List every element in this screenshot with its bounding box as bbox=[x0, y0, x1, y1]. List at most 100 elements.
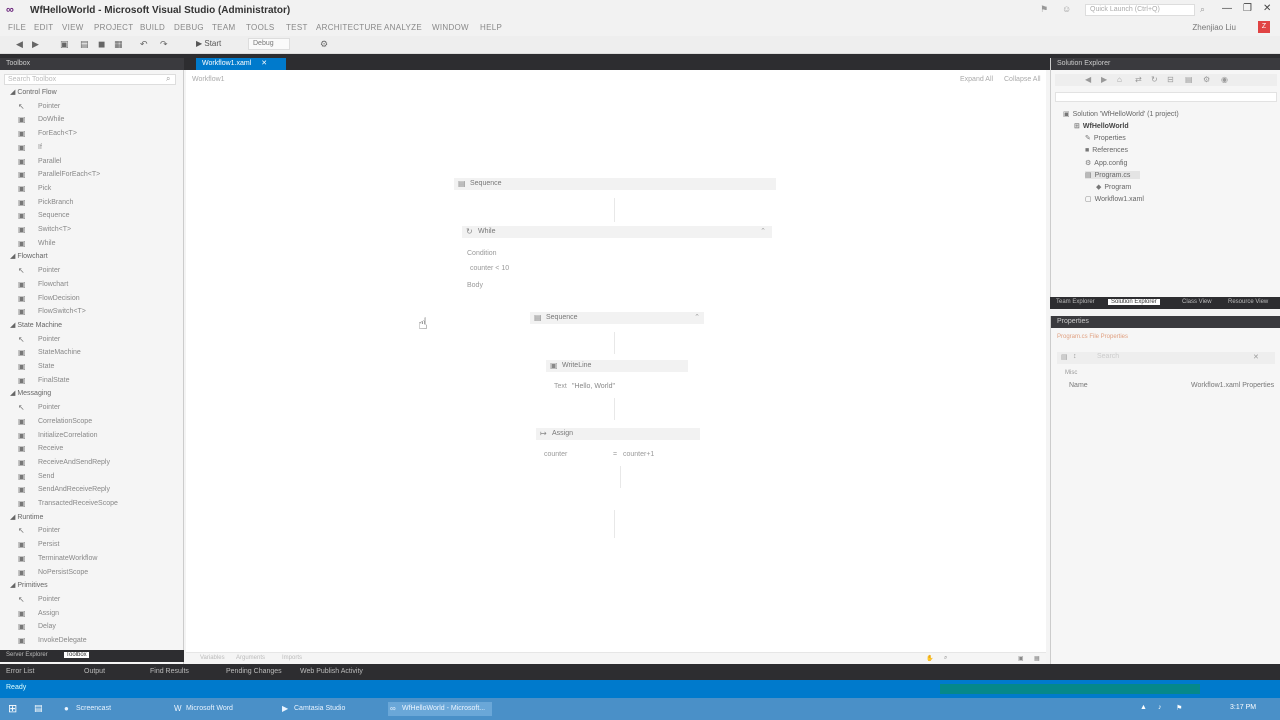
solution-tree-item[interactable]: ✎ Properties bbox=[1085, 134, 1126, 142]
solution-tree-item[interactable]: ▣ Solution 'WfHelloWorld' (1 project) bbox=[1063, 110, 1179, 118]
attach-icon[interactable]: ⚙ bbox=[320, 39, 328, 50]
tab-team-explorer[interactable]: Team Explorer bbox=[1056, 299, 1095, 305]
menu-tools[interactable]: TOOLS bbox=[246, 23, 274, 32]
collapse-all-icon[interactable]: ⊟ bbox=[1167, 75, 1174, 84]
tab-error-list[interactable]: Error List bbox=[6, 668, 34, 675]
toolbox-title[interactable]: Toolbox bbox=[0, 58, 184, 70]
properties-object-selector[interactable]: Program.cs File Properties bbox=[1057, 334, 1275, 344]
zoom-icon[interactable]: ⌕ bbox=[944, 655, 947, 662]
taskbar-item-screencast[interactable]: ● Screencast bbox=[62, 702, 162, 716]
while-activity[interactable]: ↻ While ⌃ bbox=[462, 226, 772, 238]
writeline-activity[interactable]: ▣ WriteLine bbox=[546, 360, 688, 372]
minimize-button[interactable]: — bbox=[1222, 3, 1232, 14]
menu-analyze[interactable]: ANALYZE bbox=[384, 23, 422, 32]
arguments-tab[interactable]: Arguments bbox=[236, 655, 265, 661]
inner-sequence-activity[interactable]: ▤ Sequence ⌃ bbox=[530, 312, 704, 324]
overview-icon[interactable]: ▦ bbox=[1034, 655, 1040, 662]
menu-build[interactable]: BUILD bbox=[140, 23, 165, 32]
toolbox-category[interactable]: ◢ Primitives bbox=[10, 581, 48, 589]
toolbox-search-input[interactable]: Search Toolbox bbox=[4, 74, 176, 85]
solution-tree-item[interactable]: ◆ Program bbox=[1096, 183, 1131, 191]
pan-icon[interactable]: ✋ bbox=[926, 655, 933, 662]
collapse-icon[interactable]: ⌃ bbox=[760, 227, 766, 235]
start-debugging-button[interactable]: ▶ Start bbox=[196, 39, 221, 48]
tab-resource-view[interactable]: Resource View bbox=[1228, 299, 1268, 305]
fit-screen-icon[interactable]: ▣ bbox=[1018, 655, 1024, 662]
taskbar-item-visual-studio[interactable]: ∞ WfHelloWorld - Microsoft... bbox=[388, 702, 492, 716]
back-icon[interactable]: ◀ bbox=[1085, 75, 1091, 84]
sync-icon[interactable]: ⇄ bbox=[1135, 75, 1142, 84]
taskbar-item-word[interactable]: W Microsoft Word bbox=[172, 702, 272, 716]
taskbar-item-camtasia[interactable]: ▶ Camtasia Studio bbox=[280, 702, 380, 716]
toolbox-category[interactable]: ◢ Flowchart bbox=[10, 252, 48, 260]
property-value[interactable]: Workflow1.xaml Properties bbox=[1191, 382, 1274, 389]
menu-debug[interactable]: DEBUG bbox=[174, 23, 204, 32]
writeline-text-input[interactable]: "Hello, World" bbox=[572, 383, 615, 390]
notification-flag-icon[interactable]: ⚑ bbox=[1040, 4, 1048, 15]
close-tab-icon[interactable]: ✕ bbox=[261, 60, 267, 67]
show-all-files-icon[interactable]: ▤ bbox=[1185, 75, 1193, 84]
toolbox-category[interactable]: ◢ Control Flow bbox=[10, 88, 57, 96]
tray-volume-icon[interactable]: ♪ bbox=[1158, 704, 1162, 711]
tab-web-publish-activity[interactable]: Web Publish Activity bbox=[300, 668, 363, 675]
alphabetical-icon[interactable]: ↕ bbox=[1073, 353, 1077, 360]
assign-activity[interactable]: ↦ Assign bbox=[536, 428, 700, 440]
quick-launch-input[interactable]: Quick Launch (Ctrl+Q) bbox=[1085, 4, 1195, 16]
menu-file[interactable]: FILE bbox=[8, 23, 26, 32]
solution-config-select[interactable]: Debug bbox=[248, 38, 290, 50]
save-icon[interactable]: ◼ bbox=[98, 39, 105, 50]
collapse-all-link[interactable]: Collapse All bbox=[1004, 76, 1041, 83]
forward-icon[interactable]: ▶ bbox=[32, 39, 39, 50]
redo-icon[interactable]: ↷ bbox=[160, 39, 168, 50]
solution-tree-item[interactable]: ⊞ WfHelloWorld bbox=[1074, 122, 1129, 130]
properties-icon[interactable]: ⚙ bbox=[1203, 75, 1210, 84]
properties-title[interactable]: Properties bbox=[1051, 316, 1280, 328]
solution-explorer-title[interactable]: Solution Explorer bbox=[1051, 58, 1280, 70]
solution-tree-item[interactable]: ▤ Program.cs bbox=[1085, 171, 1141, 179]
user-name[interactable]: Zhenjiao Liu bbox=[1192, 23, 1236, 32]
menu-window[interactable]: WINDOW bbox=[432, 23, 469, 32]
tab-server-explorer[interactable]: Server Explorer bbox=[6, 652, 48, 658]
avatar[interactable]: Z bbox=[1258, 21, 1270, 33]
open-file-icon[interactable]: ▤ bbox=[80, 39, 89, 50]
tab-find-results[interactable]: Find Results bbox=[150, 668, 189, 675]
search-icon[interactable]: ⌕ bbox=[166, 74, 170, 84]
toolbox-category[interactable]: ◢ Messaging bbox=[10, 389, 51, 397]
tab-pending-changes[interactable]: Pending Changes bbox=[226, 668, 282, 675]
refresh-icon[interactable]: ↻ bbox=[1151, 75, 1158, 84]
outer-sequence-activity[interactable]: ▤ Sequence bbox=[454, 178, 776, 190]
home-icon[interactable]: ⌂ bbox=[1117, 75, 1122, 84]
windows-start-icon[interactable]: ⊞ bbox=[8, 702, 17, 715]
solution-tree-item[interactable]: ■ References bbox=[1085, 147, 1128, 154]
clock[interactable]: 3:17 PM bbox=[1230, 704, 1256, 711]
tab-solution-explorer[interactable]: Solution Explorer bbox=[1108, 299, 1160, 305]
menu-architecture[interactable]: ARCHITECTURE bbox=[316, 23, 382, 32]
menu-edit[interactable]: EDIT bbox=[34, 23, 53, 32]
variables-tab[interactable]: Variables bbox=[200, 655, 225, 661]
tray-network-icon[interactable]: ▲ bbox=[1140, 704, 1147, 711]
new-project-icon[interactable]: ▣ bbox=[60, 39, 69, 50]
forward-icon[interactable]: ▶ bbox=[1101, 75, 1107, 84]
save-all-icon[interactable]: ▦ bbox=[114, 39, 123, 50]
collapse-icon[interactable]: ⌃ bbox=[694, 313, 700, 321]
tab-class-view[interactable]: Class View bbox=[1182, 299, 1212, 305]
tab-output[interactable]: Output bbox=[84, 668, 105, 675]
workflow-designer[interactable]: Workflow1 Expand All Collapse All ▤ Seque… bbox=[186, 70, 1046, 664]
search-icon[interactable]: ⌕ bbox=[1200, 4, 1205, 15]
close-button[interactable]: ✕ bbox=[1263, 3, 1271, 14]
clear-icon[interactable]: ✕ bbox=[1253, 353, 1259, 361]
toolbox-category[interactable]: ◢ Runtime bbox=[10, 513, 43, 521]
categorized-icon[interactable]: ▤ bbox=[1061, 353, 1068, 361]
menu-help[interactable]: HELP bbox=[480, 23, 502, 32]
solution-tree-item[interactable]: ⚙ App.config bbox=[1085, 159, 1127, 167]
imports-tab[interactable]: Imports bbox=[282, 655, 302, 661]
toolbox-category[interactable]: ◢ State Machine bbox=[10, 321, 62, 329]
tab-toolbox[interactable]: Toolbox bbox=[64, 652, 89, 658]
undo-icon[interactable]: ↶ bbox=[140, 39, 148, 50]
breadcrumb[interactable]: Workflow1 bbox=[192, 76, 225, 83]
back-icon[interactable]: ◀ bbox=[16, 39, 23, 50]
maximize-button[interactable]: ❐ bbox=[1243, 3, 1252, 14]
expand-all-link[interactable]: Expand All bbox=[960, 76, 993, 83]
condition-input[interactable]: counter < 10 bbox=[470, 265, 509, 272]
document-tab[interactable]: Workflow1.xaml ✕ bbox=[196, 58, 286, 70]
